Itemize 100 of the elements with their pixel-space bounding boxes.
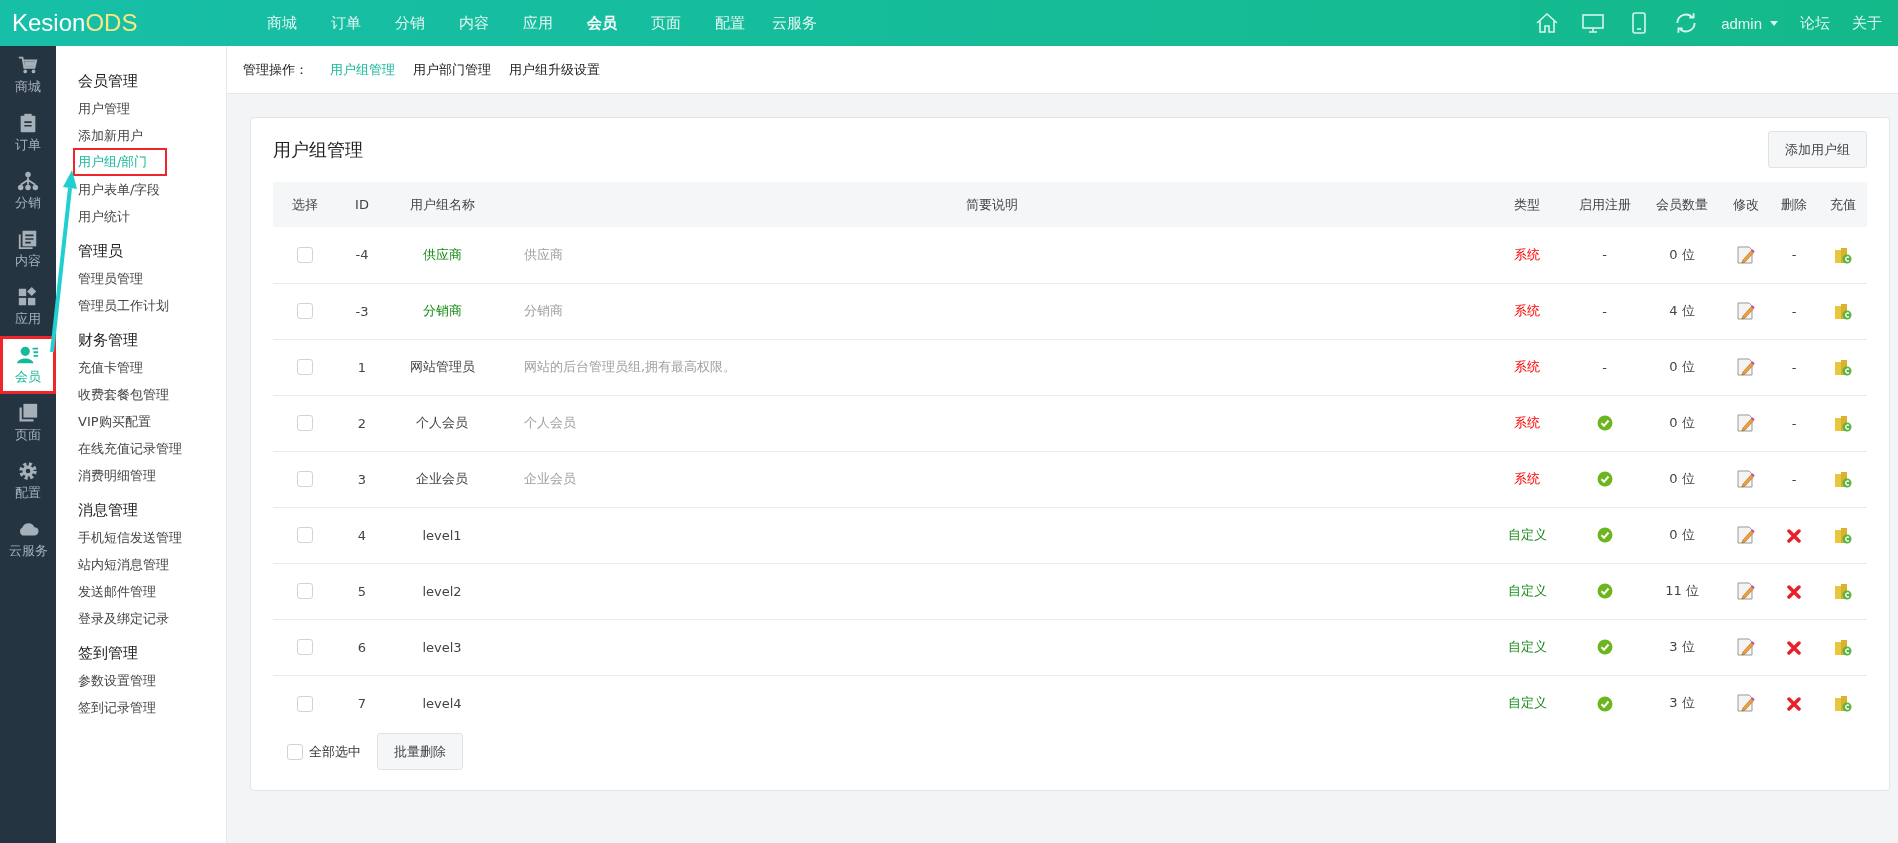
table-cell: 供应商 [524,246,563,262]
menu-item[interactable]: 收费套餐包管理 [75,381,172,408]
sidebar-item[interactable]: 云服务 [0,510,56,568]
monitor-icon[interactable] [1581,11,1606,35]
table-cell: level4 [387,675,497,731]
edit-icon[interactable] [1736,414,1755,432]
column-header: 选择 [273,182,337,227]
column-header: 简要说明 [497,182,1487,227]
add-group-button[interactable]: 添加用户组 [1768,131,1867,168]
delete-icon[interactable] [1787,528,1801,543]
sidebar-item[interactable]: 内容 [0,220,56,278]
menu-item[interactable]: 站内短消息管理 [75,551,172,578]
sidebar-item[interactable]: 页面 [0,394,56,452]
coins-icon[interactable] [1834,470,1852,488]
apps-icon [17,286,39,308]
tab[interactable]: 用户组升级设置 [509,60,600,79]
menu-item[interactable]: 用户统计 [75,203,133,230]
coins-icon[interactable] [1834,638,1852,656]
coins-icon[interactable] [1834,302,1852,320]
menu-item[interactable]: 用户管理 [75,95,133,122]
pages-icon [17,402,39,424]
menu-item[interactable]: VIP购买配置 [75,408,154,435]
menu-item[interactable]: 充值卡管理 [75,354,146,381]
coins-icon[interactable] [1834,694,1852,713]
delete-icon[interactable] [1787,640,1801,655]
menu-item[interactable]: 添加新用户 [75,122,146,149]
edit-icon[interactable] [1736,638,1755,656]
table-cell: -4 [337,227,387,283]
edit-icon[interactable] [1736,302,1755,320]
edit-icon[interactable] [1736,358,1755,376]
menu-item[interactable]: 用户表单/字段 [75,176,164,203]
edit-icon[interactable] [1736,470,1755,488]
table-cell: 3 位 [1642,675,1722,731]
menu-item[interactable]: 参数设置管理 [75,667,159,694]
edit-icon[interactable] [1736,245,1755,264]
column-header: 修改 [1722,182,1769,227]
hierarchy-icon [17,170,39,192]
table-cell: 11 位 [1642,563,1722,619]
tab[interactable]: 用户部门管理 [413,60,491,79]
menu-item[interactable]: 在线充值记录管理 [75,435,185,462]
checkbox[interactable] [297,583,313,600]
sidebar-item[interactable]: 商城 [0,46,56,104]
menu-item[interactable]: 登录及绑定记录 [75,605,172,632]
table-cell: 系统 [1487,339,1567,395]
table-cell: 4 [337,507,387,563]
table-cell: 2 [337,395,387,451]
menu-item[interactable]: 发送邮件管理 [75,578,159,605]
table-cell: 企业会员 [387,451,497,507]
sidebar-item[interactable]: 分销 [0,162,56,220]
toolbar-label: 管理操作： [243,60,308,79]
table-cell: - [1791,471,1797,487]
table-cell: 自定义 [1487,619,1567,675]
home-icon[interactable] [1535,11,1560,35]
checkbox[interactable] [297,303,313,320]
checkbox[interactable] [297,359,313,376]
document-icon [17,228,39,250]
coins-icon[interactable] [1834,414,1852,432]
delete-icon[interactable] [1787,584,1801,599]
edit-icon[interactable] [1736,582,1755,600]
column-header: 会员数量 [1642,182,1722,227]
coins-icon[interactable] [1834,526,1852,544]
menu-section-title: 消息管理 [78,500,139,521]
checkbox[interactable] [297,415,313,432]
batch-delete-button[interactable]: 批量删除 [377,733,463,770]
menu-section-title: 会员管理 [78,71,139,92]
menu-item[interactable]: 管理员管理 [75,265,146,292]
table-cell: 分销商 [387,283,497,339]
column-header: 启用注册 [1567,182,1642,227]
cart-icon [17,54,39,76]
column-header: 用户组名称 [387,182,497,227]
table-cell: - [1602,303,1607,319]
coins-icon[interactable] [1834,245,1852,264]
table-cell: 系统 [1487,395,1567,451]
sidebar-item[interactable]: 订单 [0,104,56,162]
checkbox[interactable] [297,527,313,544]
table-cell: 7 [337,675,387,731]
table-cell: 5 [337,563,387,619]
table-cell: level2 [387,563,497,619]
table-cell: 个人会员 [387,395,497,451]
select-all-checkbox[interactable]: 全部选中 [287,742,361,761]
sidebar-item[interactable]: 配置 [0,452,56,510]
edit-icon[interactable] [1736,694,1755,713]
checkbox[interactable] [297,471,313,488]
table-cell: 供应商 [387,227,497,283]
checkbox[interactable] [297,639,313,656]
menu-item[interactable]: 手机短信发送管理 [75,524,185,551]
table-cell: 0 位 [1642,227,1722,283]
delete-icon[interactable] [1787,697,1801,711]
coins-icon[interactable] [1834,358,1852,376]
coins-icon[interactable] [1834,582,1852,600]
menu-item[interactable]: 管理员工作计划 [75,292,172,319]
menu-item[interactable]: 签到记录管理 [75,694,159,721]
checkbox[interactable] [297,695,313,712]
column-header: 类型 [1487,182,1567,227]
table-cell: 个人会员 [524,415,576,430]
edit-icon[interactable] [1736,526,1755,544]
menu-item[interactable]: 消费明细管理 [75,462,159,489]
table-cell: 3 位 [1642,619,1722,675]
sidebar-item[interactable]: 应用 [0,278,56,336]
checkbox[interactable] [297,247,313,263]
